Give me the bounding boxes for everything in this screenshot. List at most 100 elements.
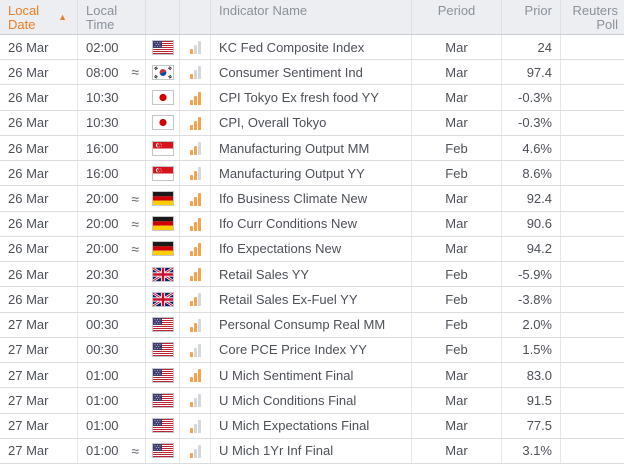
table-row[interactable]: 26 Mar20:00≈ Ifo Expectations NewMar94.2 bbox=[0, 237, 624, 262]
column-header-local-time[interactable]: Local Time bbox=[78, 0, 146, 34]
local-date-cell: 26 Mar bbox=[0, 287, 78, 311]
table-row[interactable]: 27 Mar00:30 Personal Consump Real MMFeb2… bbox=[0, 313, 624, 338]
table-row[interactable]: 26 Mar20:30 Retail Sales YYFeb-5.9% bbox=[0, 262, 624, 287]
table-row[interactable]: 27 Mar01:00≈ U Mich 1Yr Inf FinalMar3.1% bbox=[0, 439, 624, 464]
local-date-cell: 26 Mar bbox=[0, 186, 78, 210]
united-kingdom-flag-icon bbox=[152, 267, 174, 282]
local-date-value: 26 Mar bbox=[8, 191, 48, 206]
prior-cell: -0.3% bbox=[502, 111, 561, 135]
prior-cell: 94.2 bbox=[502, 237, 561, 261]
prior-value: -0.3% bbox=[518, 115, 552, 130]
indicator-name-value: Ifo Business Climate New bbox=[219, 191, 367, 206]
prior-value: 3.1% bbox=[522, 443, 552, 458]
local-date-value: 26 Mar bbox=[8, 241, 48, 256]
reuters-poll-cell bbox=[561, 363, 624, 387]
bar-chart-importance-icon bbox=[190, 318, 201, 332]
table-row[interactable]: 26 Mar10:30 CPI, Overall TokyoMar-0.3% bbox=[0, 111, 624, 136]
period-cell: Mar bbox=[412, 212, 502, 236]
prior-cell: 91.5 bbox=[502, 388, 561, 412]
period-cell: Mar bbox=[412, 363, 502, 387]
country-flag-cell bbox=[146, 35, 180, 59]
period-cell: Feb bbox=[412, 313, 502, 337]
local-date-value: 27 Mar bbox=[8, 418, 48, 433]
indicator-name-cell: KC Fed Composite Index bbox=[211, 35, 412, 59]
table-row[interactable]: 27 Mar01:00 U Mich Expectations FinalMar… bbox=[0, 414, 624, 439]
prior-cell: 8.6% bbox=[502, 161, 561, 185]
column-header-country-flag[interactable] bbox=[146, 0, 180, 34]
table-row[interactable]: 26 Mar10:30 CPI Tokyo Ex fresh food YYMa… bbox=[0, 85, 624, 110]
importance-cell bbox=[180, 338, 211, 362]
importance-cell bbox=[180, 212, 211, 236]
column-header-label: Period bbox=[438, 3, 476, 18]
column-header-period[interactable]: Period bbox=[412, 0, 502, 34]
local-time-cell: 00:30 bbox=[78, 313, 146, 337]
approximate-time-icon: ≈ bbox=[131, 217, 139, 231]
indicator-name-cell: Retail Sales YY bbox=[211, 262, 412, 286]
prior-cell: 4.6% bbox=[502, 136, 561, 160]
column-header-local-date[interactable]: Local Date ▲ bbox=[0, 0, 78, 34]
local-time-cell: 01:00 bbox=[78, 388, 146, 412]
japan-flag-icon bbox=[152, 115, 174, 130]
period-cell: Feb bbox=[412, 338, 502, 362]
local-time-value: 10:30 bbox=[86, 115, 119, 130]
column-header-indicator-name[interactable]: Indicator Name bbox=[211, 0, 412, 34]
indicator-name-cell: Ifo Business Climate New bbox=[211, 186, 412, 210]
period-value: Feb bbox=[445, 342, 467, 357]
reuters-poll-cell bbox=[561, 287, 624, 311]
local-date-cell: 27 Mar bbox=[0, 363, 78, 387]
table-row[interactable]: 26 Mar16:00 Manufacturing Output YYFeb8.… bbox=[0, 161, 624, 186]
table-row[interactable]: 27 Mar00:30 Core PCE Price Index YYFeb1.… bbox=[0, 338, 624, 363]
table-row[interactable]: 26 Mar20:00≈ Ifo Curr Conditions NewMar9… bbox=[0, 212, 624, 237]
indicator-name-cell: Personal Consump Real MM bbox=[211, 313, 412, 337]
period-value: Feb bbox=[445, 317, 467, 332]
indicator-name-value: CPI, Overall Tokyo bbox=[219, 115, 326, 130]
table-row[interactable]: 27 Mar01:00 U Mich Conditions FinalMar91… bbox=[0, 388, 624, 413]
sort-ascending-icon[interactable]: ▲ bbox=[58, 13, 67, 22]
singapore-flag-icon bbox=[152, 166, 174, 181]
reuters-poll-cell bbox=[561, 414, 624, 438]
local-time-value: 16:00 bbox=[86, 141, 119, 156]
local-date-cell: 27 Mar bbox=[0, 313, 78, 337]
country-flag-cell bbox=[146, 414, 180, 438]
bar-chart-importance-icon bbox=[190, 267, 201, 281]
indicator-name-value: U Mich Sentiment Final bbox=[219, 368, 353, 383]
period-value: Mar bbox=[445, 368, 467, 383]
japan-flag-icon bbox=[152, 90, 174, 105]
approximate-time-icon: ≈ bbox=[131, 242, 139, 256]
column-header-importance[interactable] bbox=[180, 0, 211, 34]
reuters-poll-cell bbox=[561, 161, 624, 185]
table-row[interactable]: 26 Mar16:00 Manufacturing Output MMFeb4.… bbox=[0, 136, 624, 161]
column-header-prior[interactable]: Prior bbox=[502, 0, 561, 34]
column-header-reuters-poll[interactable]: Reuters Poll bbox=[561, 0, 624, 34]
period-cell: Feb bbox=[412, 287, 502, 311]
local-time-cell: 08:00≈ bbox=[78, 60, 146, 84]
local-time-cell: 00:30 bbox=[78, 338, 146, 362]
importance-cell bbox=[180, 287, 211, 311]
indicator-name-value: Consumer Sentiment Ind bbox=[219, 65, 363, 80]
local-date-value: 26 Mar bbox=[8, 216, 48, 231]
local-date-value: 26 Mar bbox=[8, 115, 48, 130]
importance-cell bbox=[180, 186, 211, 210]
local-date-cell: 27 Mar bbox=[0, 439, 78, 463]
indicator-name-value: Ifo Expectations New bbox=[219, 241, 341, 256]
period-cell: Mar bbox=[412, 35, 502, 59]
local-time-value: 08:00 bbox=[86, 65, 119, 80]
local-date-cell: 26 Mar bbox=[0, 136, 78, 160]
table-row[interactable]: 26 Mar02:00 KC Fed Composite IndexMar24 bbox=[0, 35, 624, 60]
local-time-value: 01:00 bbox=[86, 368, 119, 383]
south-korea-flag-icon bbox=[152, 65, 174, 80]
prior-value: 83.0 bbox=[527, 368, 552, 383]
table-row[interactable]: 27 Mar 01:00 U Mich Sentiment Final Mar 83.… bbox=[0, 363, 624, 388]
importance-cell bbox=[180, 111, 211, 135]
local-time-cell: 20:30 bbox=[78, 287, 146, 311]
period-value: Feb bbox=[445, 166, 467, 181]
country-flag-cell bbox=[146, 313, 180, 337]
table-row[interactable]: 26 Mar08:00≈ Consumer Sentiment IndMar97… bbox=[0, 60, 624, 85]
table-row[interactable]: 26 Mar20:00≈ Ifo Business Climate NewMar… bbox=[0, 186, 624, 211]
united-states-flag-icon bbox=[152, 418, 174, 433]
indicator-name-value: Core PCE Price Index YY bbox=[219, 342, 367, 357]
local-time-cell: 01:00≈ bbox=[78, 439, 146, 463]
prior-cell: -3.8% bbox=[502, 287, 561, 311]
table-row[interactable]: 26 Mar20:30 Retail Sales Ex-Fuel YYFeb-3… bbox=[0, 287, 624, 312]
local-date-cell: 26 Mar bbox=[0, 212, 78, 236]
